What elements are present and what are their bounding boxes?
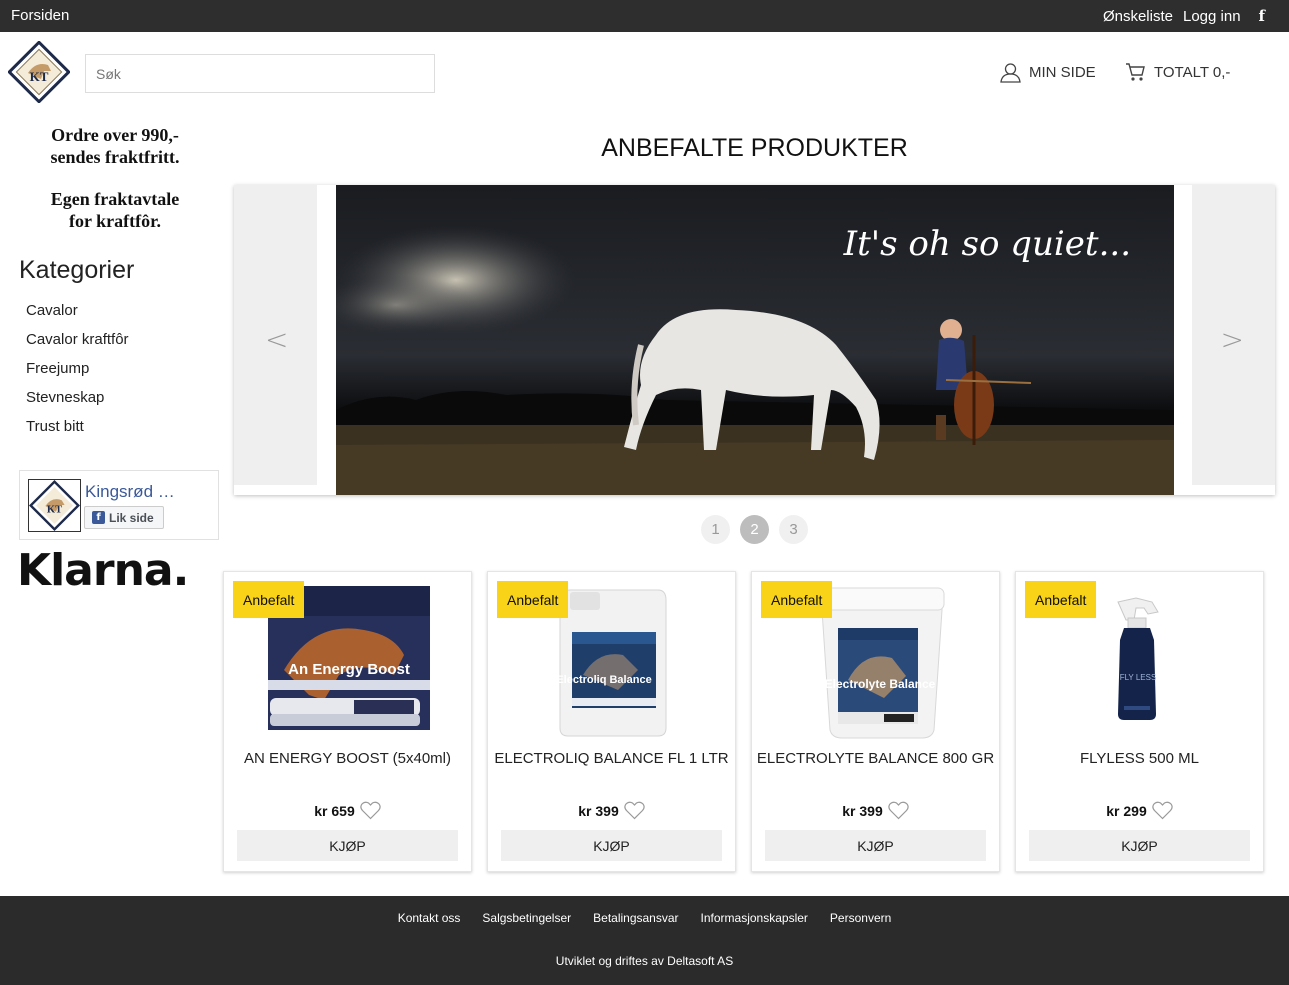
top-bar: Forsiden Ønskeliste Logg inn f [0,0,1289,32]
facebook-square-icon: f [92,511,105,524]
logo-text: KT [30,69,49,84]
recommended-badge: Anbefalt [497,581,569,618]
heart-icon[interactable] [360,801,381,820]
heart-icon[interactable] [624,801,645,820]
recommended-badge: Anbefalt [1025,581,1097,618]
recommended-badge: Anbefalt [233,581,305,618]
buy-button[interactable]: KJØP [501,830,722,861]
recommended-badge: Anbefalt [761,581,833,618]
footer-link-privacy[interactable]: Personvern [830,911,891,925]
category-item-stevneskap[interactable]: Stevneskap [26,388,129,417]
categories-title: Kategorier [19,256,135,284]
package-text: An Energy Boost [288,661,410,678]
facebook-like-button[interactable]: f Lik side [84,506,164,529]
shipping-info: Ordre over 990,- sendes fraktfritt. Egen … [19,124,211,252]
my-page-link[interactable]: MIN SIDE [1000,62,1096,83]
carousel-dot-2[interactable]: 2 [740,515,769,544]
product-name[interactable]: AN ENERGY BOOST (5x40ml) [224,750,471,767]
carousel-dots: 1 2 3 [701,515,818,544]
product-name[interactable]: FLYLESS 500 ML [1016,750,1263,767]
buy-button[interactable]: KJØP [1029,830,1250,861]
shipping-line: for kraftfôr. [69,211,161,231]
product-name[interactable]: ELECTROLIQ BALANCE FL 1 LTR [488,750,735,767]
search-input[interactable] [85,54,435,93]
carousel-next-icon[interactable]: > [1221,323,1244,356]
facebook-page-avatar[interactable]: KT [28,479,81,532]
category-item-freejump[interactable]: Freejump [26,359,129,388]
buy-button[interactable]: KJØP [765,830,986,861]
carousel-prev-icon[interactable]: < [265,323,288,356]
price-row: kr 299 [1016,801,1263,820]
product-price: kr 299 [1106,802,1147,819]
facebook-page-widget: KT Kingsrød … f Lik side [19,470,219,540]
product-card[interactable]: Anbefalt Electrolyte Balance ELECTROLYTE… [751,571,1000,872]
login-link[interactable]: Logg inn [1183,8,1241,25]
package-text: Electrolyte Balance [825,677,936,691]
cart-link[interactable]: TOTALT 0,- [1125,62,1230,82]
product-price: kr 399 [842,802,883,819]
home-link[interactable]: Forsiden [11,7,69,24]
category-item-trust-bitt[interactable]: Trust bitt [26,417,129,446]
wishlist-link[interactable]: Ønskeliste [1103,8,1173,25]
cart-total-label: TOTALT 0,- [1154,63,1231,81]
facebook-avatar-text: KT [47,505,62,516]
carousel-prev-area[interactable]: < [234,185,317,485]
facebook-icon[interactable]: f [1259,7,1265,25]
product-price: kr 659 [314,802,355,819]
user-icon [1000,63,1021,83]
facebook-like-label: Lik side [109,510,154,525]
slide-caption: It's oh so quiet... [843,224,1131,264]
shipping-line: Egen fraktavtale [50,189,180,209]
price-row: kr 399 [752,801,999,820]
my-page-label: MIN SIDE [1029,64,1096,81]
package-text: Electroliq Balance [556,674,651,686]
facebook-page-name[interactable]: Kingsrød … [85,482,175,502]
buy-button[interactable]: KJØP [237,830,458,861]
product-card[interactable]: Anbefalt An Energy Boost AN ENERGY BOOST… [223,571,472,872]
product-name[interactable]: ELECTROLYTE BALANCE 800 GR [752,750,999,767]
carousel-next-area[interactable]: > [1192,185,1275,485]
section-title: ANBEFALTE PRODUKTER [601,134,908,162]
product-card[interactable]: Anbefalt FLY LESS FLYLESS 500 ML kr 299 … [1015,571,1264,872]
category-item-cavalor[interactable]: Cavalor [26,301,129,330]
footer-link-contact[interactable]: Kontakt oss [398,911,461,925]
package-text: FLY LESS [1120,673,1157,682]
footer-links: Kontakt oss Salgsbetingelser Betalingsan… [0,911,1289,925]
carousel-dot-1[interactable]: 1 [701,515,730,544]
site-logo[interactable]: KT [8,41,70,103]
shipping-line: Ordre over 990,- [51,125,179,145]
featured-carousel: < It's oh so quiet... > [234,185,1275,495]
category-item-cavalor-kraftfor[interactable]: Cavalor kraftfôr [26,330,129,359]
category-list: Cavalor Cavalor kraftfôr Freejump Stevne… [26,301,129,446]
footer-link-cookies[interactable]: Informasjonskapsler [701,911,808,925]
footer-credit: Utviklet og driftes av Deltasoft AS [555,954,734,968]
heart-icon[interactable] [888,801,909,820]
klarna-logo: Klarna. [17,545,189,596]
heart-icon[interactable] [1152,801,1173,820]
top-bar-right: Ønskeliste Logg inn f [1093,7,1265,25]
footer: Kontakt oss Salgsbetingelser Betalingsan… [0,896,1289,985]
product-price: kr 399 [578,802,619,819]
cart-icon [1126,63,1145,81]
footer-link-terms[interactable]: Salgsbetingelser [482,911,571,925]
carousel-slide-image: It's oh so quiet... [336,185,1174,495]
price-row: kr 659 [224,801,471,820]
shipping-line: sendes fraktfritt. [50,147,180,167]
price-row: kr 399 [488,801,735,820]
product-card[interactable]: Anbefalt Electroliq Balance ELECTROLIQ B… [487,571,736,872]
footer-link-payment[interactable]: Betalingsansvar [593,911,678,925]
carousel-dot-3[interactable]: 3 [779,515,808,544]
